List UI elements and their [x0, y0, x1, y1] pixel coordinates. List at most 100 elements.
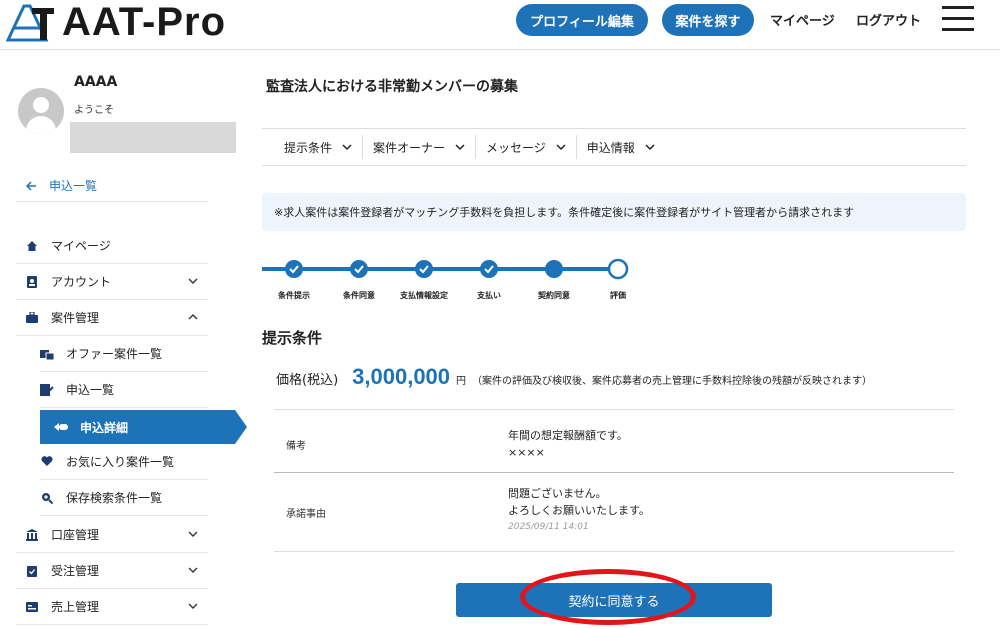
divider — [274, 472, 954, 473]
sidebar-subitem-saved-searches[interactable]: 保存検索条件一覧 — [40, 480, 208, 516]
sidebar-item-label: マイページ — [51, 239, 111, 253]
sidebar-subitem-offers[interactable]: オファー案件一覧 — [40, 336, 208, 372]
sidebar-subitem-label: お気に入り案件一覧 — [66, 455, 175, 469]
chevron-down-icon — [188, 278, 198, 284]
price-note: （案件の評価及び検収後、案件応募者の売上管理に手数料控除後の残額が反映されます） — [472, 376, 873, 387]
approval-line2: よろしくお願いいたします。 — [508, 504, 650, 517]
sidebar-item-sales[interactable]: 売上管理 — [16, 589, 208, 625]
heart-icon — [40, 456, 54, 468]
sidebar-item-label: 口座管理 — [51, 528, 100, 542]
logo[interactable]: AAT-Pro — [6, 2, 226, 42]
user-name: AAAA — [74, 74, 118, 90]
sidebar-item-label: 案件管理 — [51, 311, 100, 325]
step-label: 契約同意 — [538, 291, 570, 300]
bank-icon — [26, 528, 38, 541]
tab-messages[interactable]: メッセージ — [476, 135, 577, 159]
remarks-line2: ×××× — [508, 446, 545, 459]
price-value: 3,000,000 — [352, 364, 451, 389]
divider — [274, 409, 954, 410]
sidebar-item-project-management[interactable]: 案件管理 — [16, 300, 208, 336]
sidebar-subitem-label: 保存検索条件一覧 — [66, 491, 163, 505]
sidebar-item-label: 受注管理 — [51, 564, 100, 578]
approval-line1: 問題ございません。 — [508, 487, 607, 500]
application-icon — [40, 383, 54, 396]
main-content: 監査法人における非常勤メンバーの募集 提示条件 案件オーナー メッセージ 申込情… — [262, 51, 967, 629]
tab-label: 提示条件 — [284, 140, 333, 155]
logo-icon — [6, 4, 54, 42]
briefcase-icon — [26, 312, 38, 324]
find-jobs-button[interactable]: 案件を探す — [662, 4, 754, 36]
detail-icon — [54, 422, 68, 432]
sidebar-item-bank[interactable]: 口座管理 — [16, 517, 208, 553]
divider — [274, 551, 954, 552]
fee-notice: ※求人案件は案件登録者がマッチング手数料を負担します。条件確定後に案件登録者がサ… — [262, 193, 966, 231]
approval-label: 承諾事由 — [286, 509, 326, 520]
divider — [16, 201, 208, 202]
sidebar-subitem-label: オファー案件一覧 — [66, 347, 163, 361]
tab-label: 申込情報 — [586, 140, 635, 155]
highlight-circle — [520, 569, 696, 625]
chevron-down-icon — [188, 531, 198, 537]
tab-project-owner[interactable]: 案件オーナー — [363, 135, 477, 159]
step-marker — [607, 258, 629, 280]
step-marker — [285, 260, 303, 278]
logout-link[interactable]: ログアウト — [856, 10, 921, 29]
sidebar-item-label: アカウント — [51, 275, 112, 289]
tab-application-info[interactable]: 申込情報 — [577, 135, 665, 159]
saved-search-icon — [40, 492, 54, 504]
sidebar-subitem-label: 申込詳細 — [80, 420, 129, 435]
tab-offer-conditions[interactable]: 提示条件 — [274, 135, 364, 159]
arrow-left-icon — [26, 180, 36, 191]
chevron-up-icon — [188, 314, 198, 320]
chevron-down-icon — [188, 603, 198, 609]
sidebar-item-label: 売上管理 — [51, 600, 100, 614]
header: AAT-Pro プロフィール編集 案件を探す マイページ ログアウト — [0, 0, 1000, 50]
profile-edit-button[interactable]: プロフィール編集 — [516, 4, 648, 36]
chevron-down-icon — [645, 143, 655, 150]
step-marker — [415, 260, 433, 278]
sidebar-subitem-favorites[interactable]: お気に入り案件一覧 — [40, 444, 208, 480]
hamburger-menu-icon[interactable] — [942, 6, 974, 32]
mypage-link[interactable]: マイページ — [770, 10, 835, 29]
section-tabs: 提示条件 案件オーナー メッセージ 申込情報 — [262, 128, 966, 166]
progress-track — [262, 258, 629, 280]
step-marker — [350, 260, 368, 278]
chevron-down-icon — [556, 143, 566, 150]
remarks-label: 備考 — [286, 441, 306, 452]
order-icon — [26, 565, 38, 577]
offer-icon — [40, 348, 54, 360]
back-link-label: 申込一覧 — [49, 179, 98, 193]
step-label: 条件同意 — [343, 291, 375, 300]
page-title: 監査法人における非常勤メンバーの募集 — [266, 79, 518, 95]
logo-text: AAT-Pro — [62, 0, 227, 44]
home-icon — [26, 240, 38, 252]
chevron-down-icon — [455, 143, 465, 150]
user-greeting: ようこそ — [74, 105, 114, 116]
price-unit: 円 — [456, 376, 467, 387]
sidebar-subitem-applications[interactable]: 申込一覧 — [40, 372, 208, 408]
sidebar-subitem-application-detail[interactable]: 申込詳細 — [40, 410, 247, 444]
user-info-placeholder — [70, 122, 236, 153]
price-row: 価格(税込) 3,000,000 円 （案件の評価及び検収後、案件応募者の売上管… — [276, 364, 872, 390]
step-marker — [545, 260, 563, 278]
section-title: 提示条件 — [262, 329, 323, 347]
step-label: 支払い — [477, 291, 501, 300]
chevron-down-icon — [342, 143, 352, 150]
chevron-down-icon — [188, 567, 198, 573]
progress-steps: 条件提示 条件同意 支払情報設定 支払い 契約同意 評価 — [262, 256, 662, 306]
account-icon — [26, 275, 38, 288]
back-to-applications-link[interactable]: 申込一覧 — [26, 177, 97, 194]
step-label: 条件提示 — [278, 291, 310, 300]
sidebar-subitem-label: 申込一覧 — [66, 383, 115, 397]
sidebar: AAAA ようこそ 申込一覧 マイページ アカウント 案件管理 オファー案件一覧… — [0, 51, 250, 629]
sales-icon — [26, 601, 38, 613]
avatar — [18, 88, 64, 134]
sidebar-item-mypage[interactable]: マイページ — [16, 228, 208, 264]
sidebar-item-account[interactable]: アカウント — [16, 264, 208, 300]
price-label: 価格(税込) — [276, 373, 339, 388]
step-marker — [480, 260, 498, 278]
step-label: 評価 — [610, 291, 626, 300]
tab-label: メッセージ — [486, 140, 546, 155]
tab-label: 案件オーナー — [373, 140, 446, 155]
sidebar-item-orders[interactable]: 受注管理 — [16, 553, 208, 589]
